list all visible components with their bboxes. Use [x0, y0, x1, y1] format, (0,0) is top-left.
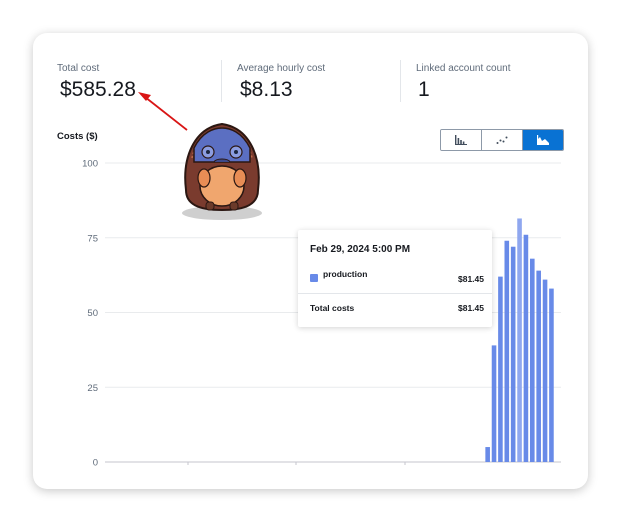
chart-bar[interactable] [510, 246, 516, 462]
chart-bar[interactable] [523, 234, 529, 462]
chart-bar[interactable] [491, 345, 497, 462]
chart-bar[interactable] [549, 288, 554, 462]
tooltip-divider [298, 293, 492, 294]
y-tick-label: 50 [87, 308, 98, 319]
legend-swatch [310, 274, 318, 282]
chart-bar[interactable] [536, 270, 541, 462]
chart-tooltip: Feb 29, 2024 5:00 PM production $81.45 T… [298, 230, 492, 327]
chart-bar[interactable] [530, 258, 535, 462]
hedgehog-mascot-icon [182, 122, 262, 220]
y-tick-label: 75 [87, 233, 98, 244]
chart-bar[interactable] [504, 240, 510, 462]
y-tick-label: 0 [93, 458, 98, 469]
y-tick-label: 25 [87, 383, 98, 394]
tooltip-series-name: production [323, 269, 368, 279]
y-tick-label: 100 [82, 159, 98, 170]
tooltip-title: Feb 29, 2024 5:00 PM [310, 244, 411, 255]
tooltip-total-label: Total costs [310, 303, 355, 313]
chart-bar[interactable] [485, 447, 490, 462]
chart-bar[interactable] [542, 279, 548, 462]
chart-bar[interactable] [498, 276, 503, 462]
chart-bar[interactable] [517, 218, 522, 462]
tooltip-total-value: $81.45 [458, 303, 484, 313]
cost-summary-card: Total cost $585.28 Average hourly cost $… [33, 33, 588, 489]
tooltip-series-value: $81.45 [458, 274, 484, 284]
